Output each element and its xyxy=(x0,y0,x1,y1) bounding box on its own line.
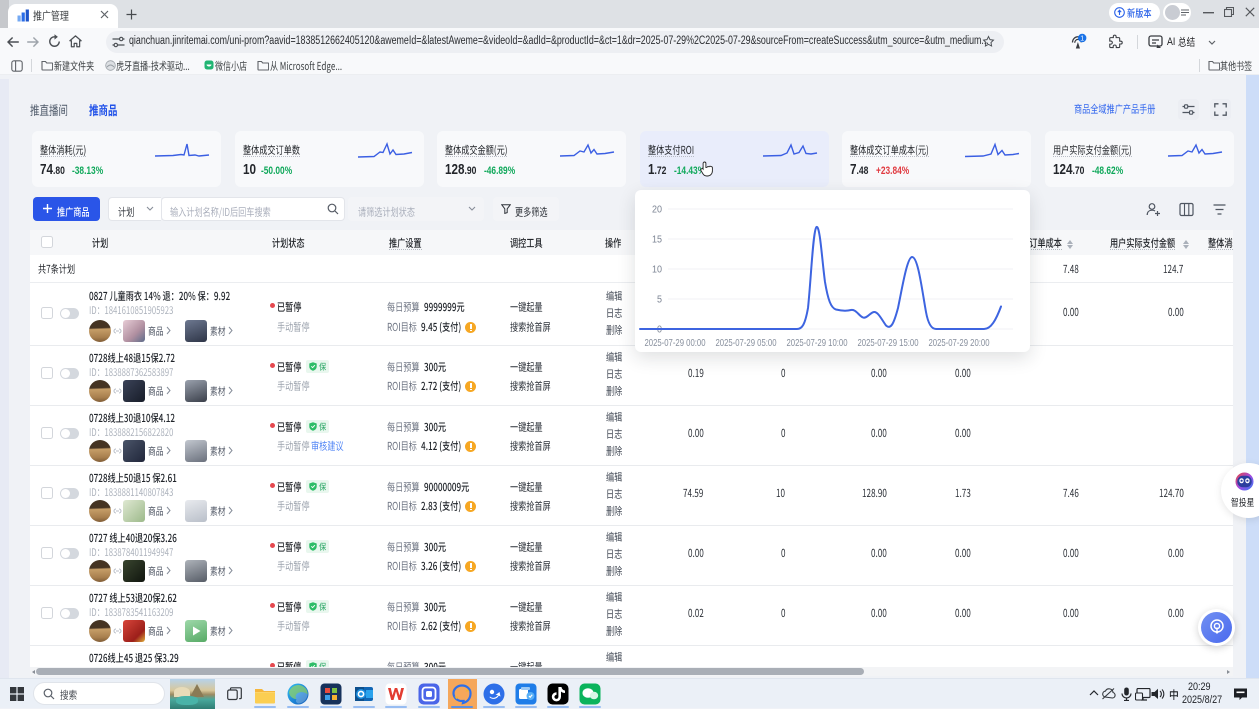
svg-text:20: 20 xyxy=(652,205,662,216)
svg-text:15: 15 xyxy=(652,235,662,246)
svg-text:2025-07-29 00:00: 2025-07-29 00:00 xyxy=(645,337,706,349)
svg-text:1: 1 xyxy=(1080,36,1084,43)
svg-text:2025-07-29 05:00: 2025-07-29 05:00 xyxy=(716,337,777,349)
svg-text:10: 10 xyxy=(652,265,662,276)
svg-text:2025-07-29 15:00: 2025-07-29 15:00 xyxy=(858,337,919,349)
svg-text:5: 5 xyxy=(657,295,662,306)
svg-text:2025-07-29 20:00: 2025-07-29 20:00 xyxy=(929,337,990,349)
svg-text:2025-07-29 10:00: 2025-07-29 10:00 xyxy=(787,337,848,349)
